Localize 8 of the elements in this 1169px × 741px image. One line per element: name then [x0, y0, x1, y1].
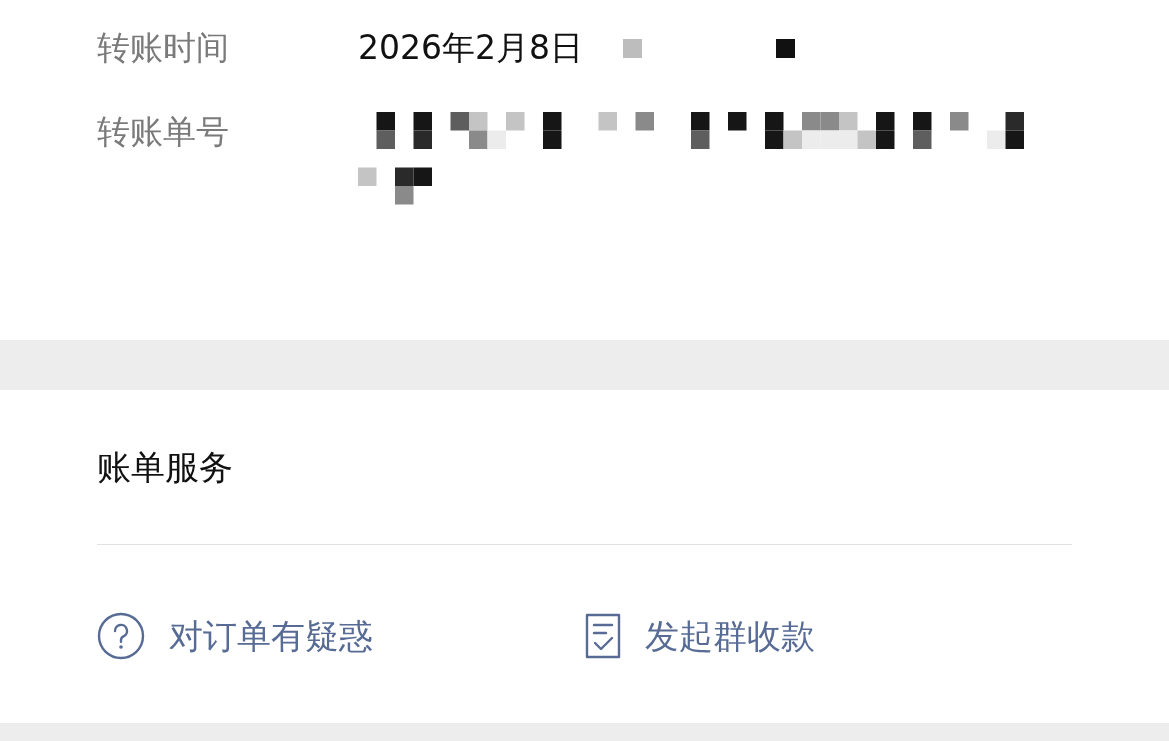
service-link[interactable]: 对订单有疑惑 [97, 612, 585, 660]
service-link[interactable]: 发起群收款 [584, 612, 1072, 660]
field-label: 转账单号 [97, 111, 230, 153]
field-label: 转账时间 [97, 27, 230, 69]
question-icon [97, 612, 145, 660]
field-value: 2026年2月8日 [358, 27, 583, 69]
section-title: 账单服务 [97, 446, 234, 489]
document-check-icon [584, 613, 621, 659]
